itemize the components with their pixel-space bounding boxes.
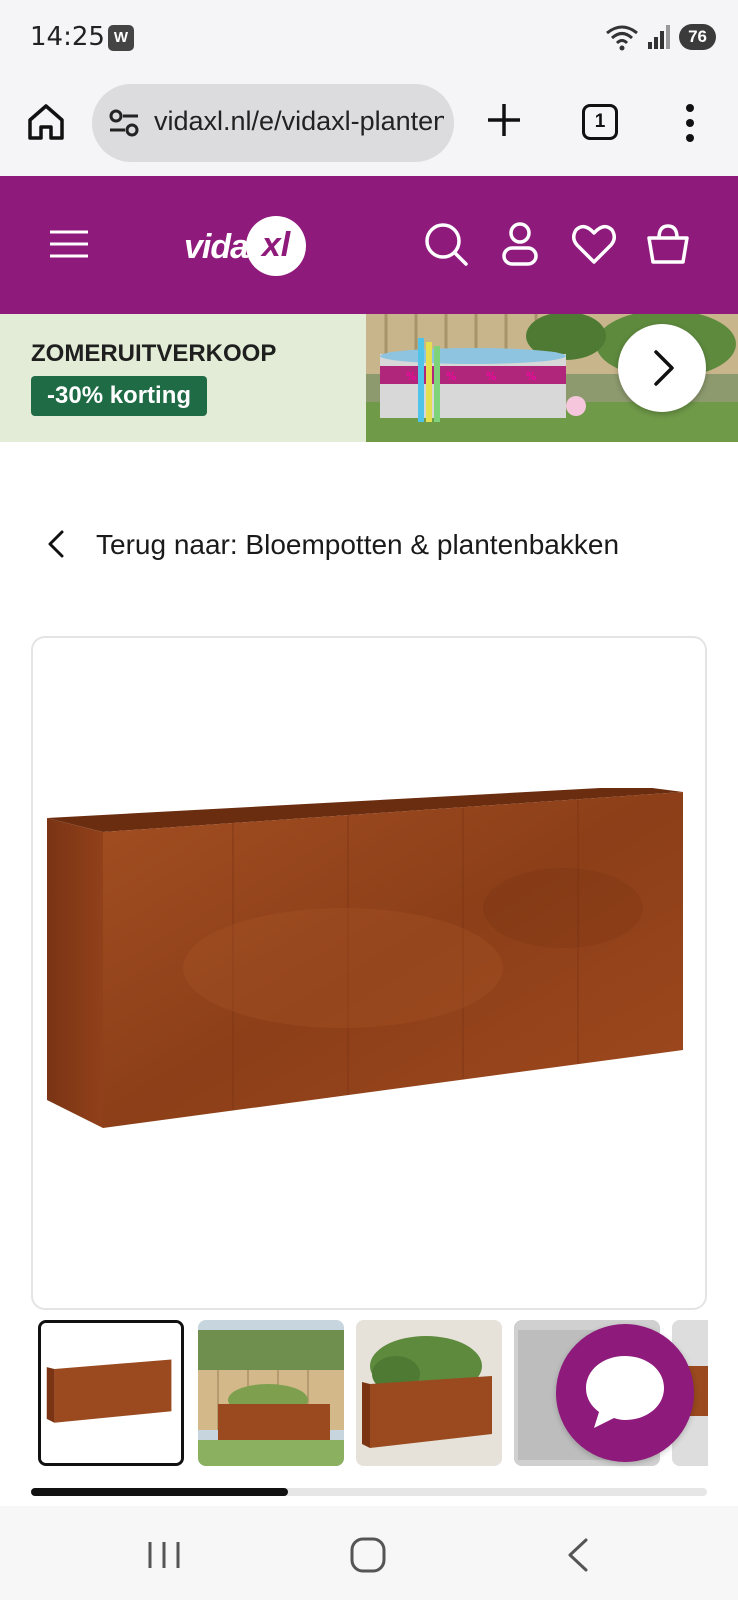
- promo-banner[interactable]: ZOMERUITVERKOOP -30% korting % % % %: [0, 314, 738, 442]
- gallery-scrollbar[interactable]: [31, 1488, 707, 1496]
- status-indicators: 76: [605, 22, 716, 52]
- home-icon[interactable]: [24, 100, 68, 144]
- svg-text:%: %: [526, 370, 536, 383]
- promo-discount-badge: -30% korting: [31, 376, 208, 416]
- back-to-category-link[interactable]: Terug naar: Bloempotten & plantenbakken: [40, 520, 700, 570]
- back-nav-icon[interactable]: [556, 1536, 600, 1574]
- svg-text:%: %: [446, 370, 456, 383]
- site-header: vida xl: [0, 176, 738, 314]
- back-link-label: Terug naar: Bloempotten & plantenbakken: [96, 529, 620, 560]
- thumbnail-garden-fence-image: [198, 1320, 344, 1466]
- hamburger-menu-icon[interactable]: [48, 226, 90, 262]
- address-bar[interactable]: vidaxl.nl/e/vidaxl-plantenbak: [92, 84, 454, 162]
- signal-icon: [648, 25, 671, 49]
- gallery-scrollbar-thumb[interactable]: [31, 1488, 288, 1496]
- status-bar: 14:25 W 76: [0, 0, 738, 80]
- system-navigation-bar: [0, 1506, 738, 1600]
- cart-icon[interactable]: [644, 220, 692, 268]
- url-text[interactable]: vidaxl.nl/e/vidaxl-plantenbak: [154, 106, 444, 137]
- more-vert-icon[interactable]: [680, 102, 700, 144]
- svg-text:%: %: [406, 370, 416, 383]
- search-icon[interactable]: [422, 220, 470, 268]
- chat-button[interactable]: [556, 1324, 694, 1462]
- home-nav-icon[interactable]: [346, 1536, 390, 1574]
- chevron-right-icon: [654, 350, 674, 386]
- logo-xl-text: xl: [261, 226, 291, 264]
- promo-title: ZOMERUITVERKOOP: [31, 340, 277, 367]
- chat-bubble-icon: [586, 1356, 664, 1428]
- user-icon[interactable]: [496, 220, 544, 268]
- recent-apps-icon[interactable]: [142, 1536, 186, 1574]
- site-settings-icon[interactable]: [108, 108, 140, 138]
- chevron-left-icon: [48, 530, 64, 558]
- tab-switcher-button[interactable]: 1: [582, 104, 618, 140]
- svg-text:%: %: [486, 370, 496, 383]
- thumbnail-planter-image: [41, 1323, 181, 1463]
- battery-indicator: 76: [679, 24, 716, 50]
- thumbnail-2[interactable]: [198, 1320, 344, 1466]
- thumbnail-3[interactable]: [356, 1320, 502, 1466]
- browser-toolbar: vidaxl.nl/e/vidaxl-plantenbak 1: [0, 80, 738, 176]
- thumbnail-planted-bushes-image: [356, 1320, 502, 1466]
- thumbnail-1[interactable]: [38, 1320, 184, 1466]
- product-main-image[interactable]: [31, 636, 707, 1310]
- corten-planter-image: [47, 788, 683, 1128]
- promo-next-button[interactable]: [618, 324, 706, 412]
- plus-icon[interactable]: [484, 100, 524, 140]
- status-time: 14:25: [30, 22, 105, 52]
- heart-icon[interactable]: [570, 220, 618, 268]
- vidaxl-logo[interactable]: vida xl: [180, 212, 310, 278]
- app-notification-badge: W: [108, 25, 134, 51]
- wifi-icon: [606, 25, 639, 51]
- page: 14:25 W 76 vidaxl.nl/e/vidaxl-planten 1 …: [0, 0, 738, 1600]
- logo-text: vida: [184, 228, 249, 266]
